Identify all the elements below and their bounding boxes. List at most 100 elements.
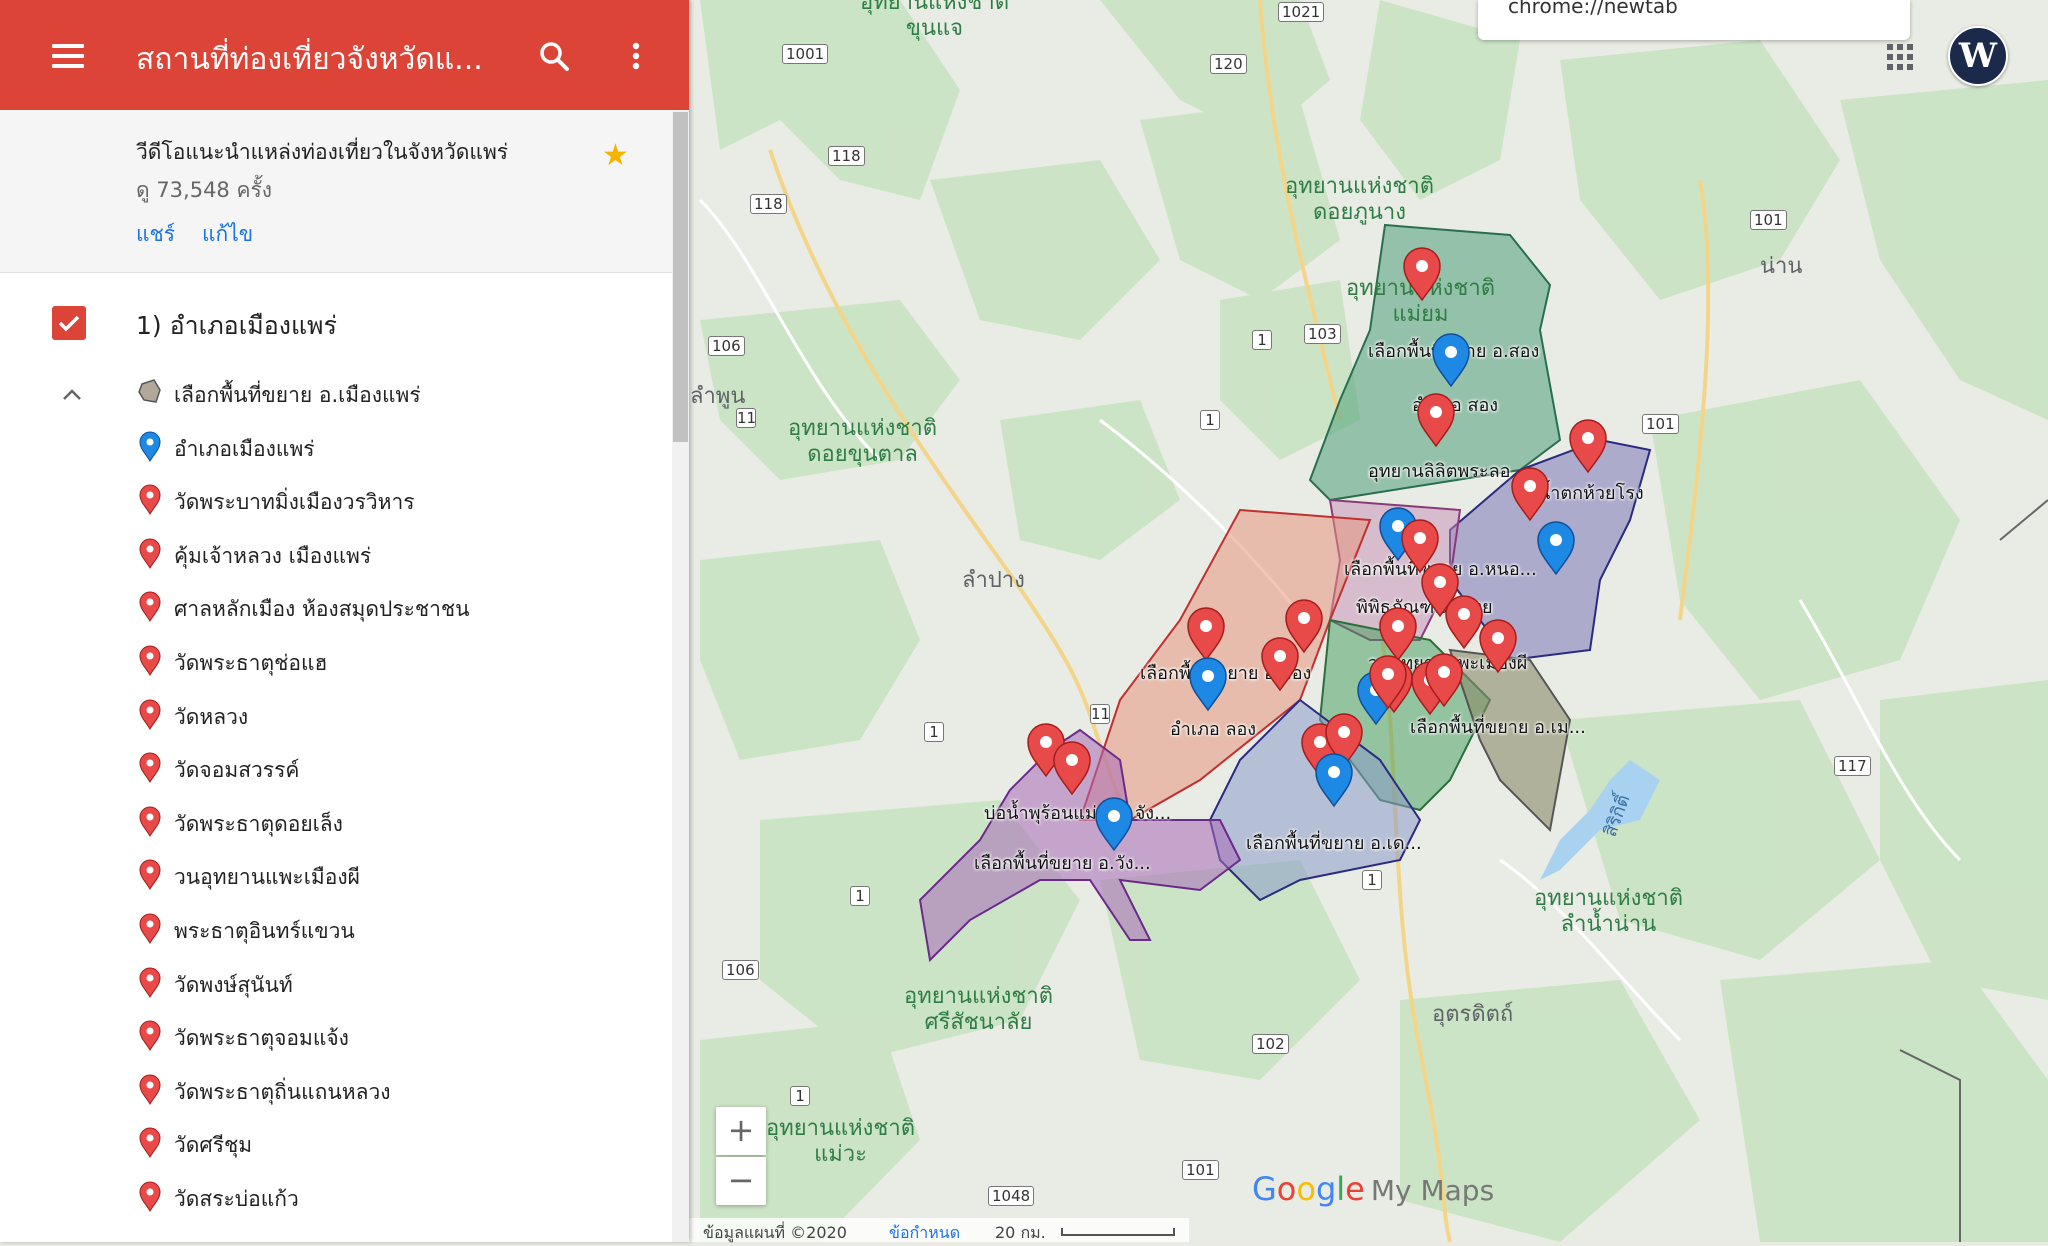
map-data-credit: ข้อมูลแผนที่ ©2020 [703, 1223, 847, 1242]
red-pin-icon [136, 858, 164, 891]
list-item-label: วัดพระธาตุจอมแจ้ง [174, 1026, 349, 1051]
road-shield: 106 [708, 336, 745, 356]
pin-label: เลือกพื้นที่ขยาย อ.หนอ... [1344, 559, 1537, 580]
road-shield: 1001 [782, 44, 829, 64]
edit-link[interactable]: แก้ไข [202, 218, 253, 251]
pin-label: เลือกพื้นที่ขยาย อ.สอง [1368, 341, 1540, 362]
list-item[interactable]: วัดพระธาตุถิ่นแถนหลวง [136, 1069, 666, 1109]
logo-letter: e [1345, 1170, 1365, 1208]
layer-checkbox[interactable] [52, 306, 86, 340]
list-item[interactable]: วัดสระบ่อแก้ว [136, 1176, 666, 1216]
scale-bar [1061, 1228, 1175, 1236]
my-maps-text: My Maps [1370, 1174, 1495, 1207]
star-icon[interactable]: ★ [602, 138, 629, 173]
red-pin-icon [136, 537, 164, 569]
red-pin-icon [136, 644, 164, 677]
red-pin-icon [136, 805, 164, 837]
pin-label: น้ำตกห้วยโรง [1538, 483, 1644, 504]
view-count: ดู 73,548 ครั้ง [136, 178, 273, 202]
logo-letter: G [1252, 1170, 1277, 1208]
pin-label: เลือกพื้นที่ขยาย อ.เด... [1246, 833, 1422, 854]
list-item[interactable]: วัดพระธาตุช่อแฮ [136, 640, 666, 680]
road-shield: 11 [1090, 704, 1111, 724]
road-shield: 1 [924, 722, 944, 742]
list-item-label: วัดหลวง [174, 704, 249, 729]
scrollbar-thumb[interactable] [673, 112, 688, 442]
google-my-maps-logo: Google My Maps [1252, 1170, 1494, 1208]
pin-label: อุทยานลิลิตพระลอ [1368, 461, 1511, 482]
chevron-up-icon[interactable] [60, 384, 84, 404]
more-vert-icon[interactable] [620, 40, 652, 72]
scale-label: 20 กม. [995, 1223, 1046, 1242]
list-item-label: วัดศรีชุม [174, 1133, 253, 1158]
road-shield: 1 [1200, 410, 1220, 430]
logo-letter: g [1315, 1170, 1337, 1208]
list-item[interactable]: วนอุทยานแพะเมืองผี [136, 854, 666, 894]
park-label: อุทยานแห่งชาติ ดอยภูนาง [1285, 174, 1434, 225]
avatar-letter: W [1958, 36, 1998, 76]
city-label: อุตรดิตถ์ [1432, 1002, 1514, 1027]
list-item[interactable]: วัดพระบาทมิ่งเมืองวรวิหาร [136, 479, 666, 519]
list-item[interactable]: วัดหลวง [136, 694, 666, 734]
list-item[interactable]: เลือกพื้นที่ขยาย อ.เมืองแพร่ [136, 372, 666, 412]
avatar[interactable]: W [1948, 26, 2008, 86]
road-shield: 118 [750, 194, 787, 214]
road-shield: 103 [1304, 324, 1341, 344]
road-shield: 117 [1834, 756, 1871, 776]
road-shield: 1 [1362, 870, 1382, 890]
red-pin-icon [136, 1180, 164, 1213]
zoom-out-button[interactable]: − [716, 1157, 766, 1205]
list-item-label: วนอุทยานแพะเมืองผี [174, 865, 360, 890]
pin-label: อำเภอ สอง [1412, 395, 1499, 416]
url-text: chrome://newtab [1508, 0, 1678, 18]
list-item-label: ศาลหลักเมือง ห้องสมุดประชาชน [174, 597, 470, 622]
list-item[interactable]: วัดศรีชุม [136, 1122, 666, 1162]
sidebar: สถานที่ท่องเที่ยวจังหวัดแ... วีดีโอแนะนำ… [0, 0, 689, 1242]
road-shield: 11 [736, 408, 757, 428]
road-shield: 101 [1182, 1160, 1219, 1180]
list-item[interactable]: วัดพระธาตุดอยเล็ง [136, 801, 666, 841]
pin-label: เลือกพื้นที่ขยาย อ.ลอง [1140, 663, 1312, 684]
layer-title[interactable]: 1) อำเภอเมืองแพร่ [136, 306, 337, 346]
menu-icon[interactable] [52, 44, 84, 68]
list-item-label: พระธาตุอินทร์แขวน [174, 919, 355, 943]
zoom-in-button[interactable]: + [716, 1107, 766, 1155]
share-link[interactable]: แชร์ [136, 218, 175, 251]
road-shield: 1 [1252, 330, 1272, 350]
map-title: สถานที่ท่องเที่ยวจังหวัดแ... [136, 42, 483, 77]
pin-label: บ่อน้ำพุร้อนแม่จอก จัง... [984, 803, 1172, 824]
park-label: อุทยานแห่งชาติ ขุนแจ [860, 0, 1009, 41]
list-item[interactable]: วัดจอมสวรรค์ [136, 747, 666, 787]
list-item[interactable]: วัดพระธาตุจอมแจ้ง [136, 1015, 666, 1055]
list-item[interactable]: วัดพงษ์สุนันท์ [136, 962, 666, 1002]
list-item-label: วัดพระบาทมิ่งเมืองวรวิหาร [174, 490, 415, 515]
apps-grid-icon[interactable] [1885, 42, 1915, 72]
road-shield: 1048 [988, 1186, 1035, 1206]
list-item[interactable]: ศาลหลักเมือง ห้องสมุดประชาชน [136, 586, 666, 626]
blue-pin-icon [136, 430, 164, 462]
red-pin-icon [136, 912, 164, 945]
park-label: อุทยานแห่งชาติ ลำน้ำน่าน [1534, 886, 1683, 937]
pin-label: เลือกพื้นที่ขยาย อ.เม... [1410, 717, 1586, 738]
red-pin-icon [136, 590, 164, 623]
red-pin-icon [136, 966, 164, 998]
logo-letter: o [1276, 1170, 1297, 1208]
list-item-label: วัดพระธาตุช่อแฮ [174, 651, 328, 675]
polygon-icon [136, 376, 164, 408]
road-shield: 1021 [1278, 2, 1325, 22]
red-pin-icon [136, 1126, 164, 1159]
list-item[interactable]: อำเภอเมืองแพร่ [136, 426, 666, 466]
list-item[interactable]: พระธาตุอินทร์แขวน [136, 908, 666, 948]
list-item-label: วัดพระธาตุดอยเล็ง [174, 811, 343, 836]
map-description: วีดีโอแนะนำแหล่งท่องเที่ยวในจังหวัดแพร่ [136, 140, 509, 164]
logo-letter: o [1296, 1170, 1316, 1208]
logo-letter: l [1336, 1170, 1346, 1208]
list-item[interactable]: คุ้มเจ้าหลวง เมืองแพร่ [136, 533, 666, 573]
search-icon[interactable] [538, 40, 570, 72]
list-item-label: วัดจอมสวรรค์ [174, 758, 300, 783]
road-shield: 106 [722, 960, 759, 980]
list-item-label: เลือกพื้นที่ขยาย อ.เมืองแพร่ [174, 383, 421, 407]
terms-link[interactable]: ข้อกำหนด [889, 1221, 960, 1246]
red-pin-icon [136, 1019, 164, 1052]
red-pin-icon [136, 751, 164, 784]
